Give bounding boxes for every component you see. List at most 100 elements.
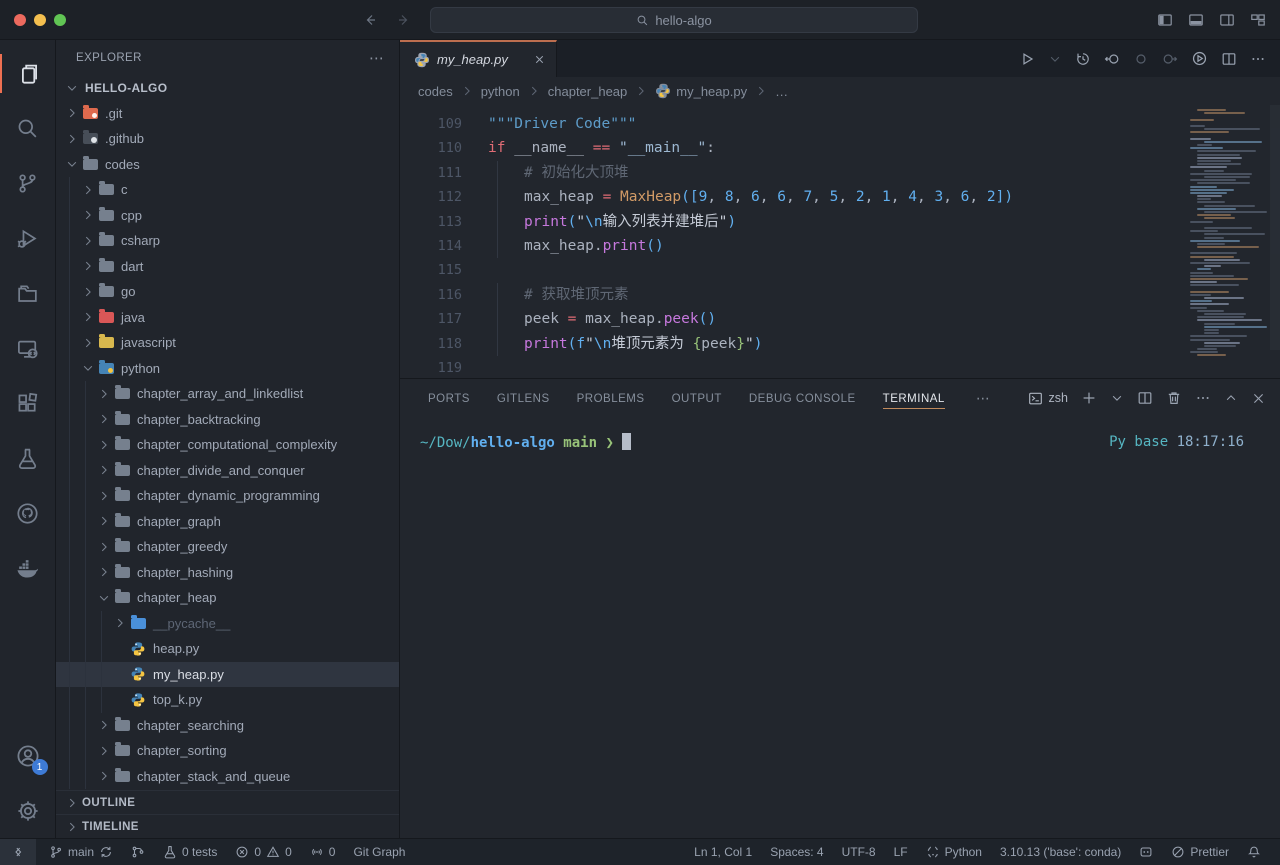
new-terminal-icon[interactable] bbox=[1081, 390, 1097, 406]
breadcrumb-item[interactable]: my_heap.py bbox=[655, 83, 747, 99]
split-terminal-icon[interactable] bbox=[1137, 390, 1153, 406]
previous-change-icon[interactable] bbox=[1104, 51, 1120, 67]
tree-item-python[interactable]: python bbox=[56, 356, 399, 382]
activity-bar-remote-explorer[interactable] bbox=[0, 321, 56, 376]
tree-item-cpp[interactable]: cpp bbox=[56, 203, 399, 229]
activity-bar-folders[interactable] bbox=[0, 266, 56, 321]
code-line-113[interactable]: 113print("\n输入列表并建堆后") bbox=[400, 210, 1280, 234]
activity-bar-source-control[interactable] bbox=[0, 156, 56, 211]
activity-bar-accounts[interactable]: 1 bbox=[0, 728, 56, 783]
panel-tab-output[interactable]: OUTPUT bbox=[672, 383, 722, 413]
status-prettier[interactable]: Prettier bbox=[1162, 839, 1238, 865]
close-window-button[interactable] bbox=[14, 14, 26, 26]
tree-item-chapter-hashing[interactable]: chapter_hashing bbox=[56, 560, 399, 586]
tree-item-chapter-sorting[interactable]: chapter_sorting bbox=[56, 738, 399, 764]
activity-bar-settings[interactable] bbox=[0, 783, 56, 838]
status-problems[interactable]: 00 bbox=[226, 839, 300, 865]
tab-my-heap[interactable]: my_heap.py bbox=[400, 40, 557, 77]
tree-item-chapter-searching[interactable]: chapter_searching bbox=[56, 713, 399, 739]
more-actions-icon[interactable] bbox=[1250, 51, 1266, 67]
status-python-interpreter[interactable]: 3.10.13 ('base': conda) bbox=[991, 839, 1130, 865]
panel-tab-terminal[interactable]: TERMINAL bbox=[883, 383, 945, 413]
tree-item-hello-algo[interactable]: HELLO-ALGO bbox=[56, 75, 399, 101]
panel-tab-debug-console[interactable]: DEBUG CONSOLE bbox=[749, 383, 856, 413]
activity-bar-testing[interactable] bbox=[0, 431, 56, 486]
previous-change-disabled-icon[interactable] bbox=[1133, 51, 1149, 67]
code-line-116[interactable]: 116# 获取堆顶元素 bbox=[400, 283, 1280, 307]
panel-tab-problems[interactable]: PROBLEMS bbox=[577, 383, 645, 413]
tree-item-git[interactable]: .git bbox=[56, 101, 399, 127]
code-line-115[interactable]: 115 bbox=[400, 258, 1280, 282]
layout-panel-icon[interactable] bbox=[1188, 12, 1204, 28]
code-line-117[interactable]: 117peek = max_heap.peek() bbox=[400, 307, 1280, 331]
tree-item-chapter-backtracking[interactable]: chapter_backtracking bbox=[56, 407, 399, 433]
code-line-111[interactable]: 111# 初始化大顶堆 bbox=[400, 161, 1280, 185]
status-git-branch[interactable]: main bbox=[40, 839, 122, 865]
tree-item-my-heap-py[interactable]: my_heap.py bbox=[56, 662, 399, 688]
code-line-110[interactable]: 110if __name__ == "__main__": bbox=[400, 136, 1280, 160]
run-python-file-icon[interactable] bbox=[1019, 51, 1035, 67]
status-language-mode[interactable]: Python bbox=[917, 839, 991, 865]
tree-item-chapter-dynamic-programming[interactable]: chapter_dynamic_programming bbox=[56, 483, 399, 509]
status-ports[interactable]: 0 bbox=[301, 839, 345, 865]
tree-item-dart[interactable]: dart bbox=[56, 254, 399, 280]
close-panel-icon[interactable] bbox=[1251, 391, 1266, 406]
breadcrumb-item[interactable]: python bbox=[481, 84, 520, 99]
kill-terminal-icon[interactable] bbox=[1166, 390, 1182, 406]
breadcrumb-item[interactable]: codes bbox=[418, 84, 453, 99]
code-line-119[interactable]: 119 bbox=[400, 356, 1280, 378]
status-cursor-position[interactable]: Ln 1, Col 1 bbox=[685, 839, 761, 865]
activity-bar-run-and-debug[interactable] bbox=[0, 211, 56, 266]
layout-sidebar-left-icon[interactable] bbox=[1157, 12, 1173, 28]
close-tab-icon[interactable] bbox=[533, 53, 546, 66]
layout-sidebar-right-icon[interactable] bbox=[1219, 12, 1235, 28]
activity-bar-search[interactable] bbox=[0, 101, 56, 156]
tree-item-chapter-greedy[interactable]: chapter_greedy bbox=[56, 534, 399, 560]
panel-more-icon[interactable] bbox=[1195, 390, 1211, 406]
status-notifications[interactable] bbox=[1238, 839, 1270, 865]
tree-item-javascript[interactable]: javascript bbox=[56, 330, 399, 356]
tree-item-pycache[interactable]: __pycache__ bbox=[56, 611, 399, 637]
activity-bar-explorer[interactable] bbox=[0, 46, 56, 101]
terminal-dropdown-icon[interactable] bbox=[1110, 391, 1124, 405]
command-center-search[interactable]: hello-algo bbox=[430, 7, 918, 33]
tree-item-chapter-divide-and-conquer[interactable]: chapter_divide_and_conquer bbox=[56, 458, 399, 484]
minimize-window-button[interactable] bbox=[34, 14, 46, 26]
code-line-112[interactable]: 112max_heap = MaxHeap([9, 8, 6, 6, 7, 5,… bbox=[400, 185, 1280, 209]
code-editor[interactable]: 109"""Driver Code"""110if __name__ == "_… bbox=[400, 105, 1280, 378]
panel-tabs-more-icon[interactable]: ⋯ bbox=[976, 390, 991, 407]
tree-item-chapter-heap[interactable]: chapter_heap bbox=[56, 585, 399, 611]
split-editor-icon[interactable] bbox=[1221, 51, 1237, 67]
code-line-109[interactable]: 109"""Driver Code""" bbox=[400, 112, 1280, 136]
status-extension-status[interactable] bbox=[1130, 839, 1162, 865]
tree-item-chapter-computational-complexity[interactable]: chapter_computational_complexity bbox=[56, 432, 399, 458]
status-git-graph-label[interactable]: Git Graph bbox=[344, 839, 414, 865]
tree-item-heap-py[interactable]: heap.py bbox=[56, 636, 399, 662]
status-indentation[interactable]: Spaces: 4 bbox=[761, 839, 832, 865]
navigate-back-icon[interactable] bbox=[362, 12, 378, 28]
terminal[interactable]: ~/Dow/hello-algo main ❯ Py base 18:17:16 bbox=[400, 417, 1280, 838]
code-line-118[interactable]: 118print(f"\n堆顶元素为 {peek}") bbox=[400, 332, 1280, 356]
tree-item-codes[interactable]: codes bbox=[56, 152, 399, 178]
run-dropdown-icon[interactable] bbox=[1048, 52, 1062, 66]
status-eol-sequence[interactable]: LF bbox=[885, 839, 917, 865]
panel-tab-ports[interactable]: PORTS bbox=[428, 383, 470, 413]
explorer-more-actions-icon[interactable]: ⋯ bbox=[369, 49, 385, 67]
tree-item-go[interactable]: go bbox=[56, 279, 399, 305]
tree-item-chapter-stack-and-queue[interactable]: chapter_stack_and_queue bbox=[56, 764, 399, 790]
tree-item-csharp[interactable]: csharp bbox=[56, 228, 399, 254]
minimap[interactable] bbox=[1190, 109, 1268, 358]
terminal-shell-selector[interactable]: zsh bbox=[1028, 391, 1068, 406]
navigate-forward-icon[interactable] bbox=[396, 12, 412, 28]
status-remote-indicator[interactable] bbox=[0, 839, 36, 865]
customize-layout-icon[interactable] bbox=[1250, 12, 1266, 28]
sidebar-section-timeline[interactable]: TIMELINE bbox=[56, 814, 399, 838]
tree-item-chapter-array-and-linkedlist[interactable]: chapter_array_and_linkedlist bbox=[56, 381, 399, 407]
status-git-graph-button[interactable] bbox=[122, 839, 154, 865]
maximize-panel-icon[interactable] bbox=[1224, 391, 1238, 405]
tree-item-c[interactable]: c bbox=[56, 177, 399, 203]
tree-item-github[interactable]: .github bbox=[56, 126, 399, 152]
file-history-icon[interactable] bbox=[1075, 51, 1091, 67]
zoom-window-button[interactable] bbox=[54, 14, 66, 26]
activity-bar-extensions[interactable] bbox=[0, 376, 56, 431]
